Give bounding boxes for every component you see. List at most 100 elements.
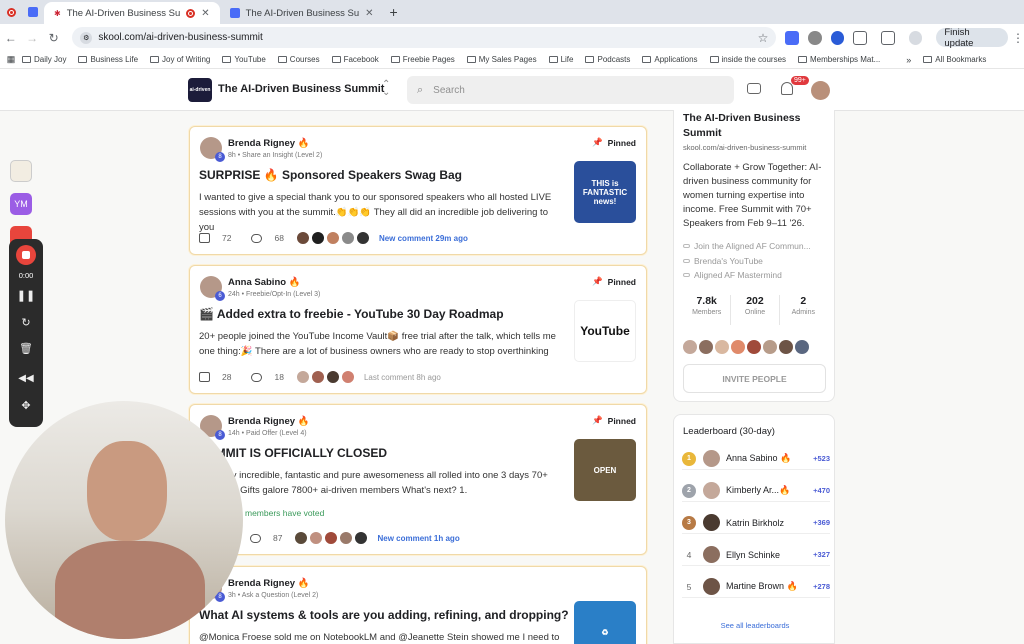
avatar[interactable] [340,231,355,245]
forward-arrow-icon[interactable]: → [21,31,42,45]
chrome-menu-icon[interactable]: ⋮ [1012,31,1024,45]
collapse-icon[interactable]: ◀◀ [9,373,43,384]
extension-blue-icon[interactable] [830,30,845,45]
leader-name[interactable]: Ellyn Schinke [726,550,813,560]
stat-online[interactable]: 202 Online [731,295,780,325]
bookmark-item[interactable]: Memberships Mat... [798,55,880,64]
avatar[interactable] [309,531,324,545]
bookmark-star-icon[interactable]: ☆ [758,31,769,45]
comment-icon[interactable] [251,372,263,382]
bookmark-item[interactable]: Life [548,55,573,64]
bookmark-item[interactable]: Freebie Pages [390,55,455,64]
leaderboard-row[interactable]: 4 Ellyn Schinke +327 [682,544,830,566]
avatar[interactable] [703,482,720,499]
avatar[interactable] [731,340,745,354]
avatar[interactable] [795,340,809,354]
avatar[interactable] [703,450,720,467]
post-title[interactable]: 🎬 Added extra to freebie - YouTube 30 Da… [199,307,504,321]
pinned-tab-extension[interactable] [22,2,44,22]
profile-avatar-icon[interactable] [908,30,923,45]
post-title[interactable]: What AI systems & tools are you adding, … [199,608,569,622]
leader-name[interactable]: Katrin Birkholz [726,518,813,528]
side-panel-icon[interactable] [881,30,895,45]
avatar[interactable] [325,231,340,245]
leaderboard-row[interactable]: 5 Martine Brown 🔥 +278 [682,576,830,598]
post-author[interactable]: Anna Sabino 🔥 [228,277,301,288]
user-avatar[interactable] [811,81,830,100]
post-thumbnail[interactable]: ♻ [574,601,636,644]
avatar[interactable] [683,340,697,354]
avatar[interactable] [339,531,354,545]
like-icon[interactable] [199,233,210,243]
avatar[interactable] [295,370,310,384]
profile-initials-badge[interactable]: YM [10,193,32,215]
close-tab-icon[interactable]: ✕ [365,8,373,19]
notification-bell-icon[interactable] [781,82,793,95]
url-bar[interactable]: ⚙ skool.com/ai-driven-business-summit ☆ [72,27,777,48]
trash-icon[interactable]: 🗑 [9,342,43,355]
post-card[interactable]: 8 Brenda Rigney 🔥 14h • Paid Offer (Level … [189,404,647,555]
avatar[interactable] [325,370,340,384]
close-tab-icon[interactable]: ✕ [201,8,209,19]
group-link[interactable]: Join the Aligned AF Commun... [683,241,811,251]
comment-activity[interactable]: New comment 1h ago [377,534,459,543]
reload-icon[interactable]: ↻ [43,31,64,45]
bookmarks-overflow-button[interactable]: » [906,55,911,65]
avatar[interactable] [294,531,309,545]
group-logo[interactable]: ai-driven [188,78,212,102]
see-all-leaderboards-link[interactable]: See all leaderboards [674,621,836,630]
invite-people-button[interactable]: INVITE PEOPLE [683,364,826,393]
post-title[interactable]: SURPRISE 🔥 Sponsored Speakers Swag Bag [199,168,462,182]
avatar[interactable] [310,231,325,245]
bookmark-item[interactable]: Podcasts [585,55,630,64]
post-author[interactable]: Brenda Rigney 🔥 [228,138,310,149]
restart-icon[interactable]: ↻ [9,316,43,329]
post-thumbnail[interactable]: YouTube [574,300,636,362]
leaderboard-row[interactable]: 1 Anna Sabino 🔥 +523 [682,448,830,470]
avatar[interactable] [340,370,355,384]
bookmark-item[interactable]: Applications [642,55,698,64]
bookmark-item[interactable]: Facebook [331,55,379,64]
avatar[interactable] [310,370,325,384]
avatar[interactable] [703,514,720,531]
drag-handle-icon[interactable]: ✥ [9,399,43,412]
stat-members[interactable]: 7.8k Members [683,295,732,325]
post-author[interactable]: Brenda Rigney 🔥 [228,578,310,589]
post-title[interactable]: SUMMIT IS OFFICIALLY CLOSED [199,446,387,460]
tab-inactive[interactable]: The AI-Driven Business Su ✕ [220,2,384,24]
group-title[interactable]: The AI-Driven Business Summit [218,83,384,95]
leader-name[interactable]: Kimberly Ar...🔥 [726,485,813,496]
comment-activity[interactable]: Last comment 8h ago [364,373,441,382]
pause-icon[interactable]: ❚❚ [9,289,43,302]
post-author[interactable]: Brenda Rigney 🔥 [228,416,310,427]
leaderboard-row[interactable]: 3 Katrin Birkholz +369 [682,512,830,534]
stat-admins[interactable]: 2 Admins [780,295,827,325]
group-link[interactable]: Aligned AF Mastermind [683,270,782,280]
new-tab-button[interactable]: + [390,4,398,20]
avatar[interactable] [355,231,370,245]
extensions-puzzle-icon[interactable] [853,30,868,45]
bookmark-item[interactable]: Business Life [78,55,138,64]
group-link[interactable]: Brenda's YouTube [683,256,763,266]
site-info-icon[interactable]: ⚙ [80,31,93,44]
comment-icon[interactable] [251,233,263,243]
post-card[interactable]: 6 Anna Sabino 🔥 24h • Freebie/Opt-In (Leve… [189,265,647,394]
avatar[interactable] [699,340,713,354]
bookmark-item[interactable]: Joy of Writing [150,55,210,64]
group-switcher-chevron-icon[interactable]: ⌃ ⌄ [382,80,390,98]
back-arrow-icon[interactable]: ← [0,31,21,45]
bookmark-item[interactable]: Daily Joy [22,55,66,64]
avatar[interactable] [703,578,720,595]
all-bookmarks-button[interactable]: All Bookmarks [923,55,986,64]
bookmark-item[interactable]: YouTube [222,55,266,64]
search-box[interactable]: ⌕ Search [407,76,734,104]
avatar[interactable] [747,340,761,354]
poll-result-text[interactable]: members have voted [245,508,324,518]
post-card[interactable]: 8 Brenda Rigney 🔥 8h • Share an Insight (L… [189,126,647,255]
tab-active[interactable]: ✱ The AI-Driven Business Su ✕ [44,2,220,24]
apps-grid-icon[interactable]: ▦ [0,54,22,65]
bookmark-item[interactable]: My Sales Pages [466,55,537,64]
extension-icon[interactable] [785,30,800,45]
finish-update-button[interactable]: Finish update [936,27,1008,49]
avatar[interactable] [779,340,793,354]
